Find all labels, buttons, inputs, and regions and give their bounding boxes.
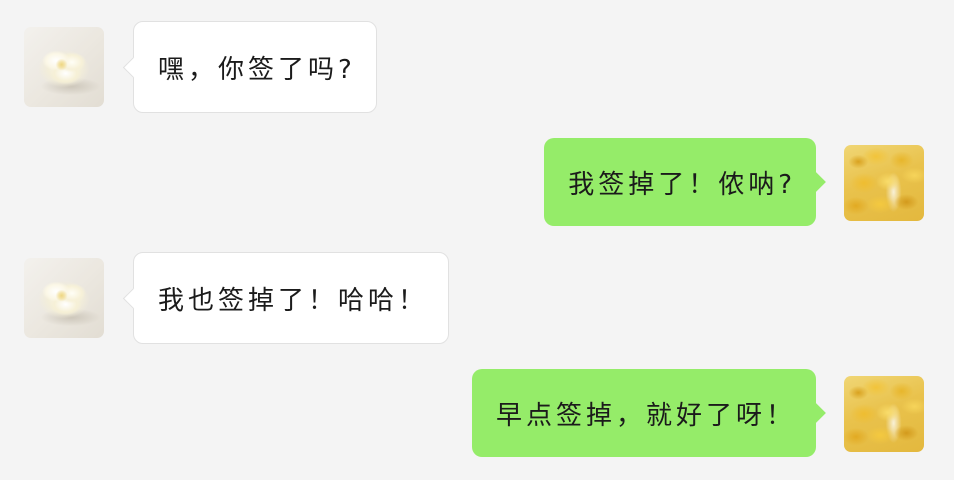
- message-row-incoming: 嘿，你签了吗?: [0, 21, 954, 113]
- bubble-tail: [122, 287, 145, 310]
- ginkgo-leaves-avatar-icon[interactable]: [844, 376, 924, 452]
- message-row-outgoing: 我签掉了！侬呐?: [0, 138, 954, 230]
- outgoing-message-bubble[interactable]: 早点签掉，就好了呀！: [471, 369, 826, 457]
- bubble-tail: [806, 403, 826, 423]
- chat-message-area: 嘿，你签了吗? 我签掉了！侬呐? 我也签掉了！哈哈！ 早点签掉，就好了呀！: [0, 0, 954, 480]
- incoming-message-bubble[interactable]: 我也签掉了！哈哈！: [122, 252, 450, 344]
- message-text: 我签掉了！侬呐?: [568, 169, 796, 200]
- ginkgo-leaves-avatar-icon[interactable]: [844, 145, 924, 221]
- bubble-tail: [806, 172, 826, 192]
- message-text: 我也签掉了！哈哈！: [158, 285, 429, 316]
- bubble-tail: [122, 56, 145, 79]
- message-text: 早点签掉，就好了呀！: [495, 400, 796, 431]
- incoming-message-bubble[interactable]: 嘿，你签了吗?: [122, 21, 377, 113]
- outgoing-message-bubble[interactable]: 我签掉了！侬呐?: [544, 138, 826, 226]
- message-row-incoming: 我也签掉了！哈哈！: [0, 252, 954, 344]
- message-row-outgoing: 早点签掉，就好了呀！: [0, 369, 954, 461]
- message-text: 嘿，你签了吗?: [158, 54, 356, 85]
- white-flower-avatar-icon[interactable]: [24, 258, 104, 338]
- white-flower-avatar-icon[interactable]: [24, 27, 104, 107]
